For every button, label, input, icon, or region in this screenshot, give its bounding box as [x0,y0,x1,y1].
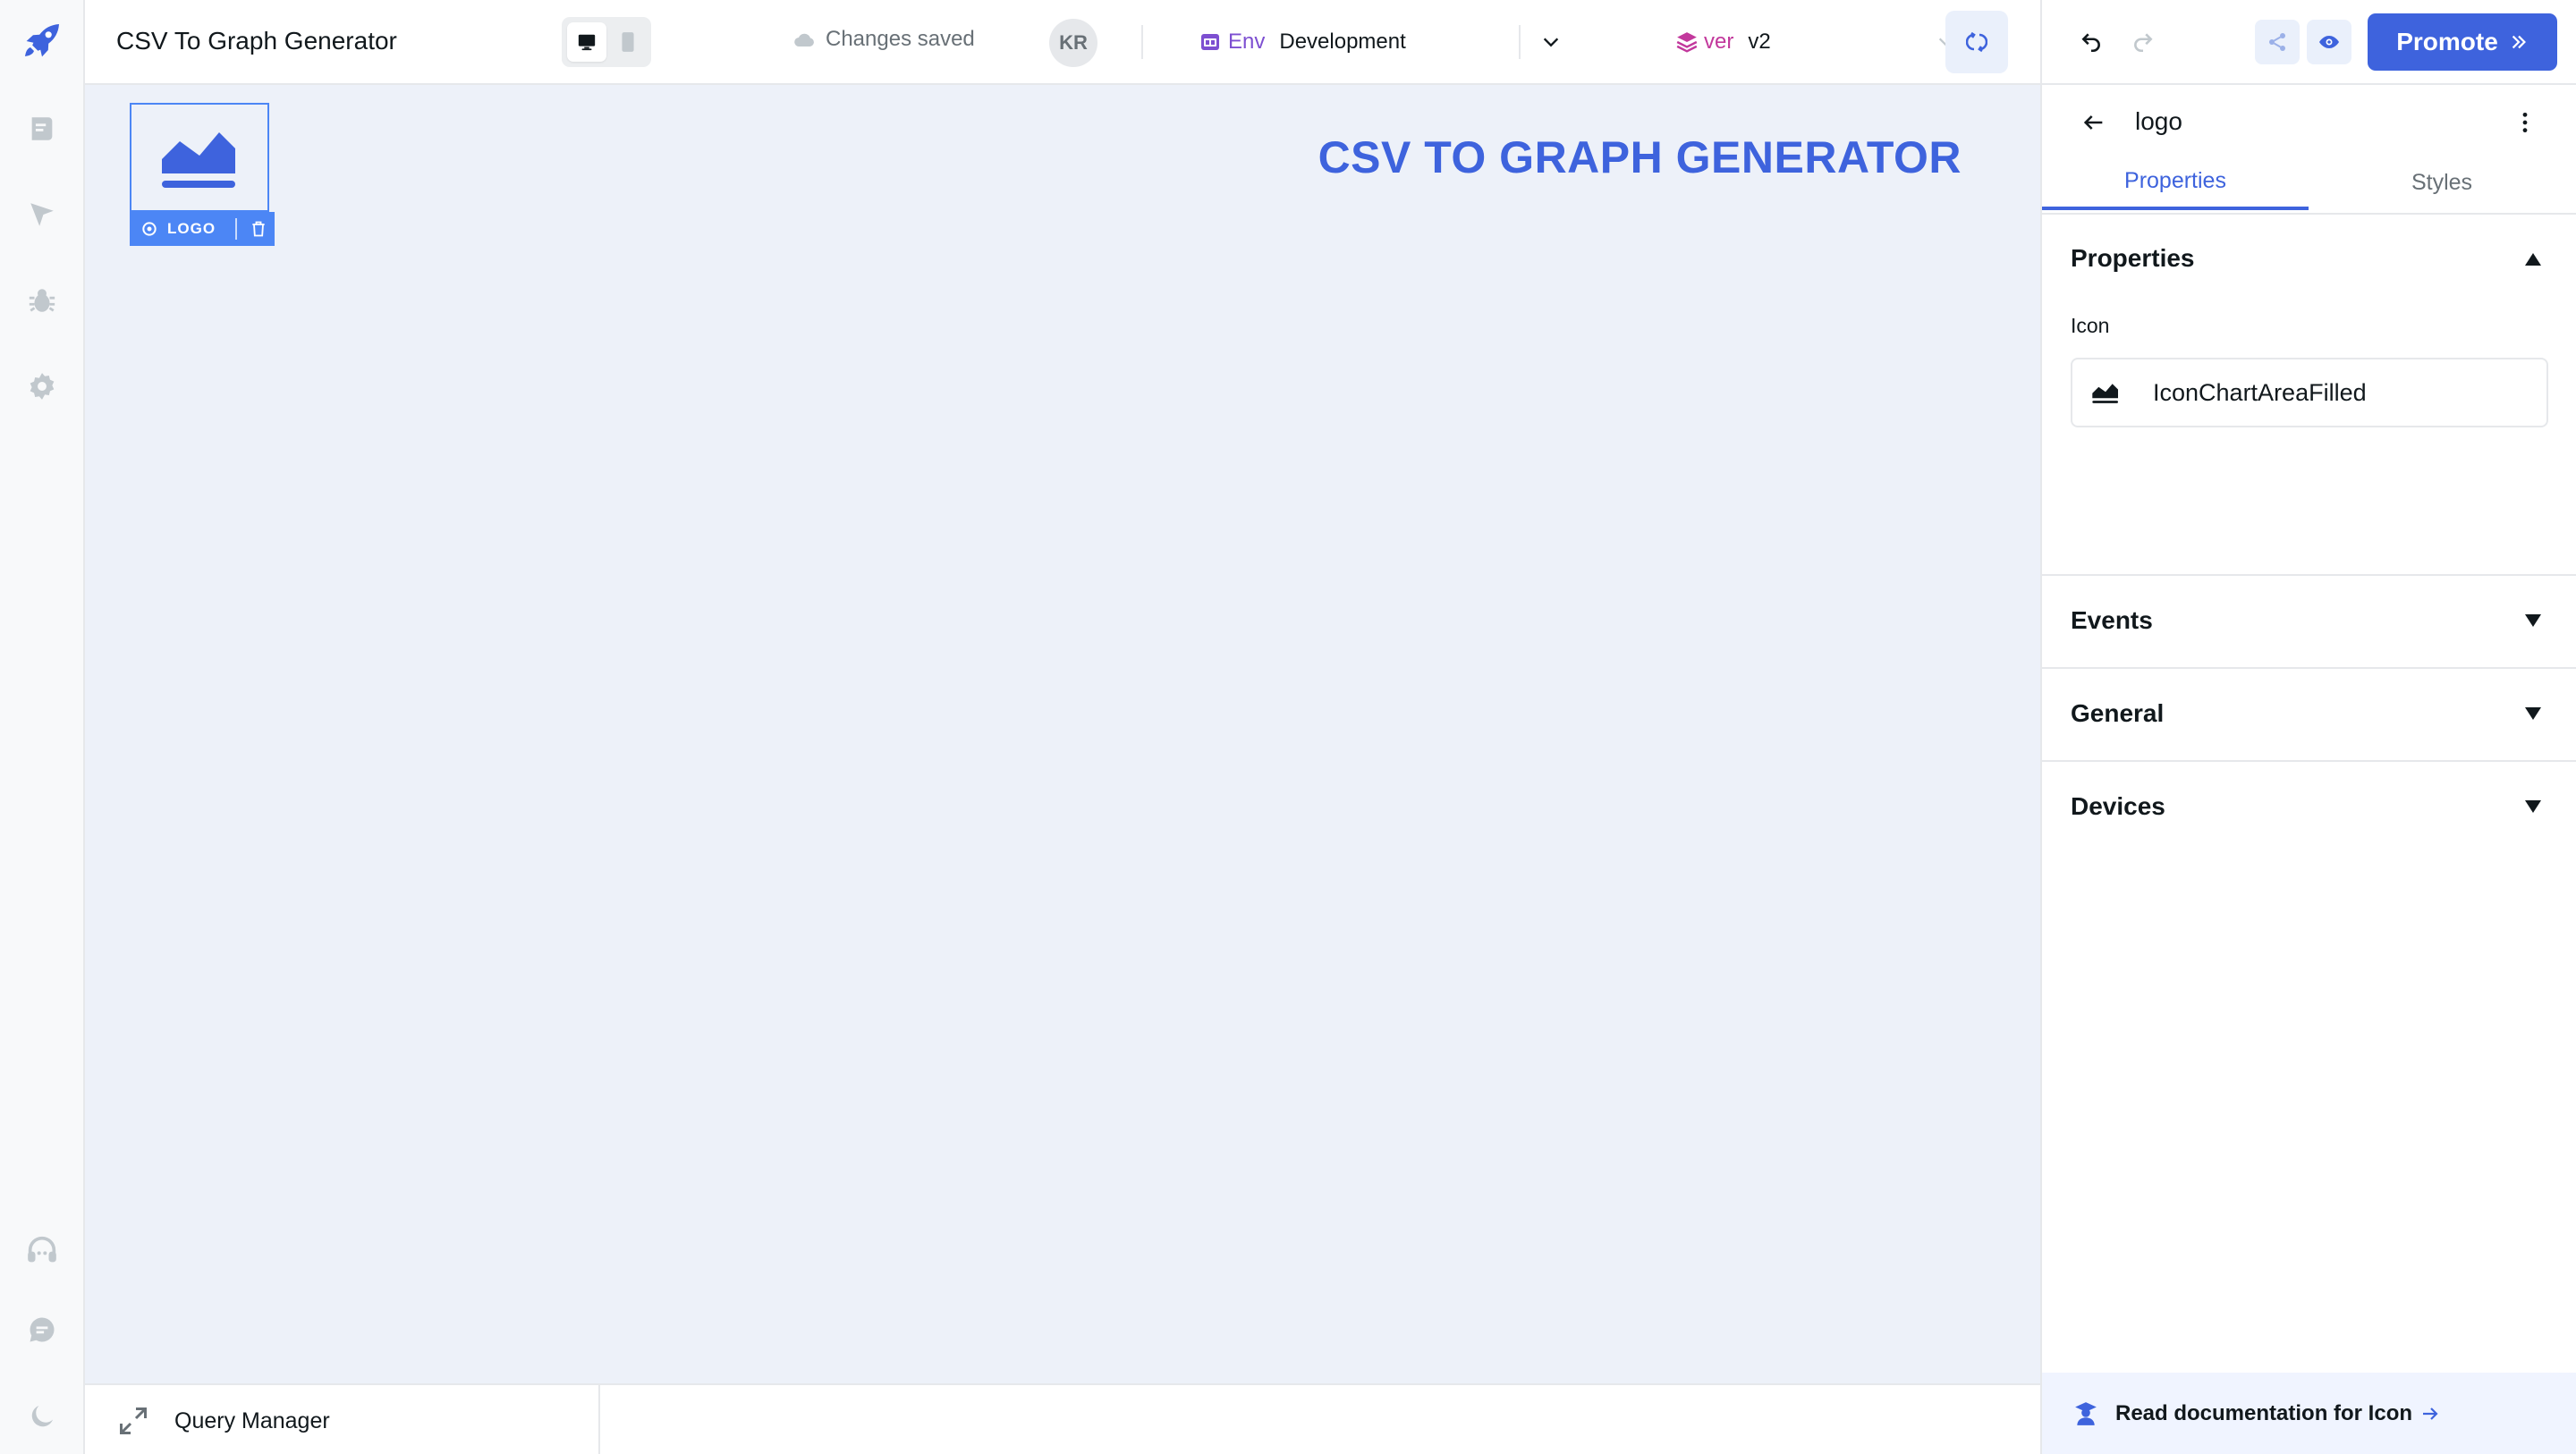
settings-gear-icon[interactable] [21,365,64,408]
share-icon [2269,33,2285,51]
documentation-link[interactable]: Read documentation for Icon [2042,1373,2576,1454]
debugger-bug-icon[interactable] [21,279,64,322]
user-avatar[interactable]: KR [1049,19,1097,67]
section-title-properties[interactable]: Properties [2071,244,2195,273]
general-section[interactable]: General [2042,669,2576,762]
share-button[interactable] [2255,20,2300,64]
docs-student-icon [2074,1401,2097,1426]
chevrons-right-icon [2512,35,2526,49]
tabs-baseline [2042,213,2576,215]
cloud-icon [794,33,814,47]
badge-separator [235,218,238,240]
widget-badge[interactable]: LOGO [130,212,275,246]
rocket-logo-icon[interactable] [21,20,64,63]
section-title-events: Events [2071,606,2153,634]
right-header: Promote [2040,0,2576,85]
query-manager-label[interactable]: Query Manager [174,1408,330,1434]
header-divider [1519,25,1521,59]
version-layers-icon [1676,32,1698,53]
version-selector[interactable]: ver v2 [1675,20,1962,64]
chart-area-filled-icon [2090,380,2121,405]
comments-icon[interactable] [21,1308,64,1351]
expand-caret-icon[interactable] [2525,614,2541,627]
pages-icon[interactable] [21,107,64,150]
devices-section[interactable]: Devices [2042,762,2576,855]
icon-field-label: Icon [2071,314,2110,337]
expand-icon[interactable] [117,1405,149,1437]
chart-area-filled-icon [162,132,235,188]
undo-button[interactable] [2069,20,2114,64]
canvas-heading[interactable]: CSV TO GRAPH GENERATOR [1318,131,1962,183]
inspector-panel: logo Properties Styles Properties Icon I… [2040,85,2576,1454]
promote-button[interactable]: Promote [2368,13,2557,71]
env-value: Development [1279,30,1406,54]
events-section[interactable]: Events [2042,576,2576,669]
section-title-devices: Devices [2071,792,2165,820]
inspector-header: logo Properties Styles [2042,85,2576,216]
env-badge-icon [1201,34,1219,50]
layout-toggle [562,17,651,67]
icon-field-value: IconChartAreaFilled [2153,378,2367,406]
refresh-button[interactable] [1945,11,2008,73]
icon-picker-field[interactable]: IconChartAreaFilled [2071,358,2548,427]
dark-mode-moon-icon[interactable] [21,1395,64,1438]
component-name[interactable]: logo [2135,107,2182,136]
properties-section: Properties Icon IconChartAreaFilled [2042,216,2576,576]
chevron-down-icon [1543,38,1559,47]
arrow-right-icon [2419,1403,2441,1424]
app-title[interactable]: CSV To Graph Generator [116,27,397,55]
desktop-icon [578,34,596,51]
logo-widget[interactable] [130,103,269,212]
desktop-layout-button[interactable] [567,22,606,62]
refresh-icon [1966,31,1987,53]
expand-caret-icon[interactable] [2525,800,2541,813]
redo-icon [2134,33,2153,53]
collapse-caret-icon[interactable] [2525,253,2541,266]
undo-icon [2081,33,2100,53]
query-bar-divider [598,1385,600,1454]
mobile-layout-button[interactable] [608,22,648,62]
inspector-icon[interactable] [21,193,64,236]
trash-icon[interactable] [250,220,267,238]
save-status-text: Changes saved [826,27,975,51]
query-manager-bar: Query Manager [85,1383,2040,1454]
redo-button[interactable] [2121,20,2165,64]
support-headset-icon[interactable] [21,1229,64,1272]
left-sidebar [0,0,85,1454]
tab-properties[interactable]: Properties [2042,155,2309,210]
docs-link-label: Read documentation for Icon [2115,1400,2413,1425]
tab-styles[interactable]: Styles [2309,155,2575,210]
mobile-icon [622,32,634,52]
version-value: v2 [1748,30,1771,54]
preview-eye-icon [2319,36,2339,48]
section-title-general: General [2071,699,2165,727]
version-label: ver [1704,30,1734,54]
top-header: CSV To Graph Generator Changes saved KR [85,0,2040,85]
preview-button[interactable] [2307,20,2351,64]
save-status: Changes saved [793,27,975,52]
env-label: Env [1228,30,1266,54]
widget-badge-label: LOGO [167,220,216,237]
back-arrow-icon[interactable] [2076,105,2112,140]
promote-label: Promote [2396,28,2498,55]
expand-caret-icon[interactable] [2525,707,2541,720]
header-divider [1141,25,1143,59]
widget-settings-icon[interactable] [140,220,158,238]
app-canvas[interactable]: LOGO CSV TO GRAPH GENERATOR [85,85,2040,1383]
more-options-icon[interactable] [2507,105,2543,140]
